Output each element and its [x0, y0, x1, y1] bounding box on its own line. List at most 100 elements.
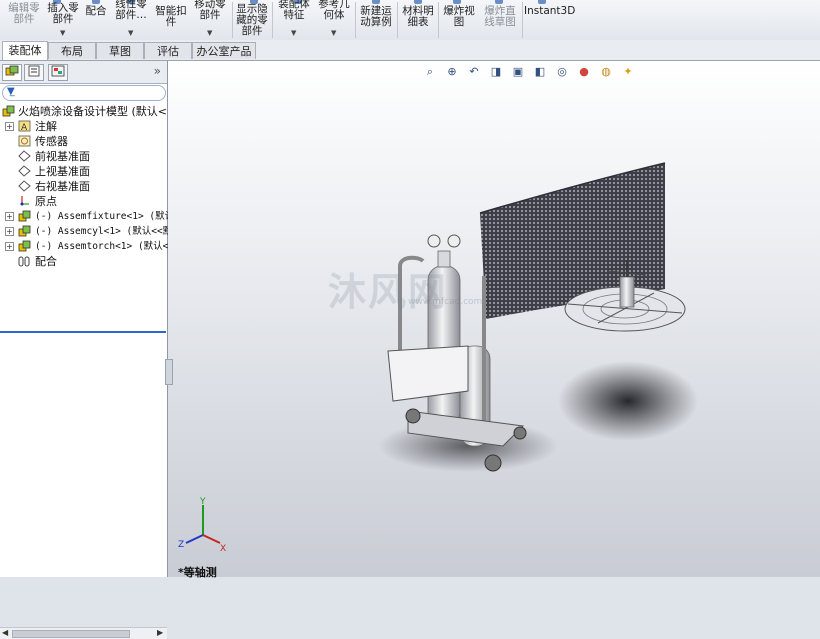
insert-component-button[interactable]: 插入零 部件 ▼	[44, 0, 82, 40]
assembly-features-button[interactable]: 装配体 特征 ▼	[274, 0, 314, 40]
feature-tree-icon	[5, 65, 19, 76]
pressure-gauge	[427, 234, 441, 248]
expand-icon[interactable]: +	[5, 227, 14, 236]
subassembly-icon	[18, 210, 31, 222]
tree-item-label: (-) Assemtorch<1> (默认<<	[35, 241, 175, 252]
edit-component-label: 编辑零 部件	[8, 2, 40, 25]
model-rendering	[378, 162, 698, 472]
triad-z-axis	[185, 534, 204, 544]
toolbar-separator	[272, 2, 273, 38]
turntable-shadow	[558, 361, 698, 441]
tree-item-label: 注解	[35, 120, 57, 133]
toolbar-separator	[397, 2, 398, 38]
dropdown-arrow-icon[interactable]: ▼	[60, 28, 65, 39]
move-component-label: 移动零 部件	[194, 0, 226, 21]
linear-pattern-button[interactable]: 线性零 部件… ▼	[110, 0, 152, 40]
dropdown-arrow-icon[interactable]: ▼	[207, 28, 212, 39]
scrollbar-thumb[interactable]	[12, 630, 130, 638]
torch-holder	[619, 276, 635, 308]
tab-office-products[interactable]: 办公室产品	[192, 42, 256, 59]
tree-item-label: (-) Assemcyl<1> (默认<<默认	[35, 226, 182, 237]
mate-label: 配合	[85, 5, 107, 17]
cart-wheel	[484, 454, 502, 472]
tree-item-label: 火焰喷涂设备设计模型 (默认<	[18, 105, 168, 118]
show-hidden-label: 显示隐 藏的零 部件	[236, 3, 268, 37]
tab-sketch[interactable]: 草图	[96, 42, 144, 59]
tree-item-label: 配合	[35, 255, 57, 268]
tree-item-label: 原点	[35, 195, 57, 208]
toolbar-separator	[438, 2, 439, 38]
reference-geometry-button[interactable]: 参考几 何体 ▼	[314, 0, 354, 40]
assembly-icon	[2, 105, 15, 117]
property-manager-icon	[28, 65, 40, 77]
scroll-left-icon[interactable]: ◀	[2, 628, 8, 637]
cart-wheel	[405, 408, 421, 424]
instant3d-button[interactable]: Instant3D	[524, 0, 576, 40]
toolbar-separator	[232, 2, 233, 38]
watermark-url: www.mfcad.com	[408, 297, 483, 307]
svg-text:A: A	[21, 123, 28, 132]
dropdown-arrow-icon[interactable]: ▼	[331, 28, 336, 39]
command-manager-tabs: 装配体 布局 草图 评估 办公室产品	[0, 40, 820, 61]
tree-item-label: (-) Assemfixture<1> (默认<	[35, 211, 180, 222]
toolbar-separator	[355, 2, 356, 38]
tree-horizontal-scrollbar[interactable]: ◀ ▶	[0, 627, 167, 639]
bill-of-materials-label: 材料明 细表	[402, 5, 434, 28]
linear-pattern-label: 线性零 部件…	[115, 0, 147, 21]
tree-filter[interactable]: ▼̲	[2, 85, 166, 101]
property-manager-tab[interactable]	[24, 64, 44, 81]
plane-icon	[18, 180, 31, 192]
expand-icon[interactable]: +	[5, 212, 14, 221]
scroll-right-icon[interactable]: ▶	[157, 628, 163, 637]
mates-icon	[18, 256, 30, 267]
plane-icon	[18, 165, 31, 177]
subassembly-icon	[18, 225, 31, 237]
pressure-gauge	[447, 234, 461, 248]
dropdown-arrow-icon[interactable]: ▼	[291, 28, 296, 39]
origin-icon	[20, 196, 29, 206]
expand-icon[interactable]: +	[5, 122, 14, 131]
rollback-bar[interactable]	[0, 331, 166, 333]
tab-evaluate[interactable]: 评估	[144, 42, 192, 59]
feature-manager-panel: » ▼̲ 火焰喷涂设备设计模型 (默认< + A 注解 传感器 前视基准面 上视…	[0, 61, 182, 639]
watermark: 沐风网	[328, 270, 449, 314]
command-manager-toolbar: 编辑零 部件 插入零 部件 ▼ 配合 线性零 部件… ▼ 智能扣 件 移动零 部件 ▼…	[0, 0, 820, 41]
smart-fasteners-label: 智能扣 件	[155, 5, 187, 28]
triad-x-axis	[202, 534, 221, 544]
graphics-area[interactable]: ⌕ ⊕ ↶ ◨ ▣ ◧ ◎ ● ◍ ✦ 沐风网 www.mfcad.com Y …	[165, 61, 820, 579]
reference-triad: Y Z X	[178, 497, 226, 554]
dropdown-arrow-icon[interactable]: ▼	[128, 28, 133, 39]
assembly-features-label: 装配体 特征	[278, 0, 310, 21]
mate-button[interactable]: 配合	[82, 0, 110, 40]
tree-item-label: 右视基准面	[35, 180, 90, 193]
collapse-panel-icon[interactable]: »	[154, 64, 161, 78]
new-motion-study-label: 新建运 动算例	[360, 5, 392, 28]
show-hidden-components-button[interactable]: 显示隐 藏的零 部件	[234, 0, 270, 40]
tab-layout[interactable]: 布局	[48, 42, 96, 59]
edit-component-button[interactable]: 编辑零 部件	[4, 0, 44, 40]
toolbar-separator	[522, 2, 523, 38]
smart-fasteners-button[interactable]: 智能扣 件	[152, 0, 190, 40]
new-motion-study-button[interactable]: 新建运 动算例	[357, 0, 395, 40]
configuration-manager-tab[interactable]	[48, 64, 68, 81]
triad-y-label: Y	[199, 497, 206, 507]
reference-geometry-label: 参考几 何体	[318, 0, 350, 21]
triad-x-label: X	[220, 544, 226, 554]
tree-item-label: 上视基准面	[35, 165, 90, 178]
move-component-button[interactable]: 移动零 部件 ▼	[190, 0, 230, 40]
cart-basket	[387, 345, 469, 402]
expand-icon[interactable]: +	[5, 242, 14, 251]
exploded-view-label: 爆炸视 图	[443, 5, 475, 28]
tab-assembly[interactable]: 装配体	[2, 41, 48, 60]
exploded-view-button[interactable]: 爆炸视 图	[440, 0, 478, 40]
sensor-icon	[18, 135, 31, 147]
feature-manager-tab[interactable]	[2, 64, 22, 81]
tree-item-label: 传感器	[35, 135, 68, 148]
cart-wheel	[513, 426, 527, 440]
subassembly-icon	[18, 240, 31, 252]
bill-of-materials-button[interactable]: 材料明 细表	[399, 0, 437, 40]
instant3d-label: Instant3D	[524, 5, 576, 17]
filter-icon[interactable]: ▼̲	[7, 86, 15, 97]
explode-line-sketch-button[interactable]: 爆炸直 线草图	[479, 0, 521, 40]
tree-item-label: 前视基准面	[35, 150, 90, 163]
